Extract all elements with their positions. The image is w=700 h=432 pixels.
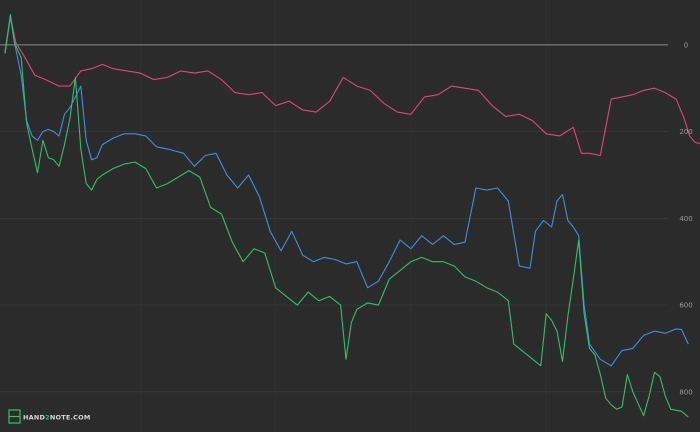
y-tick-label: 600 [679, 302, 692, 310]
line-chart: 5001 0001 5002 0000200400600800 HAND2NOT… [0, 0, 700, 432]
brand-logo-icon [8, 409, 21, 424]
y-tick-label: 0 [684, 41, 688, 49]
brand-logo: HAND2NOTE.COM [8, 409, 91, 424]
chart-root: 5001 0001 5002 0000200400600800 HAND2NOT… [0, 0, 700, 432]
brand-logo-part3: NOTE.COM [50, 414, 91, 422]
brand-logo-part1: HAND [23, 414, 46, 422]
brand-logo-text: HAND2NOTE.COM [23, 414, 91, 422]
series-line-3 [4, 13, 689, 418]
tick-layer: 5001 0001 5002 0000200400600800 [134, 41, 693, 432]
y-tick-label: 800 [679, 388, 692, 396]
y-tick-label: 400 [679, 215, 692, 223]
series-layer [4, 13, 700, 418]
series-line-1 [4, 16, 700, 157]
y-tick-label: 200 [679, 128, 692, 136]
series-line-2 [4, 16, 689, 367]
